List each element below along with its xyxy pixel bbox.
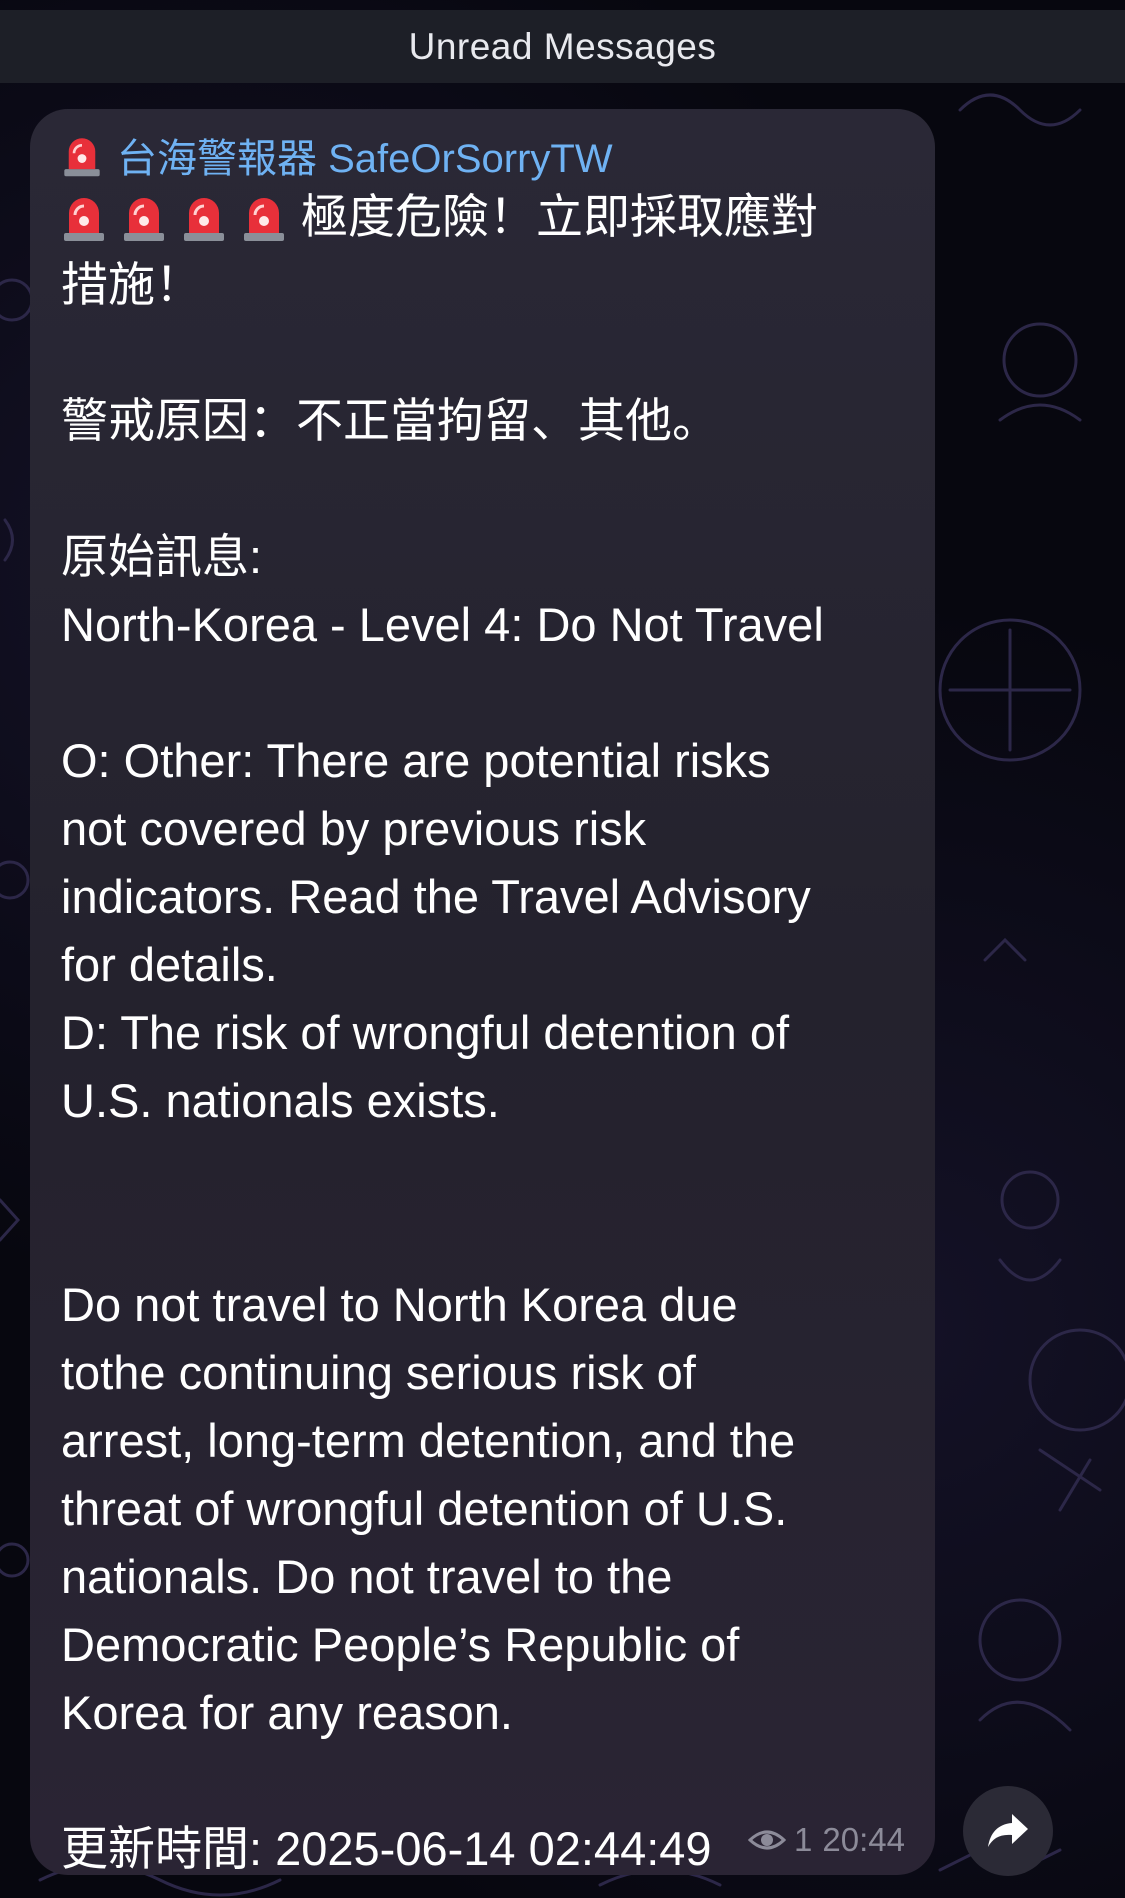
body-line: tothe continuing serious risk of [61, 1346, 696, 1399]
rotating-light-icon [184, 198, 224, 241]
view-count: 1 [794, 1821, 813, 1858]
headline-line-2: 措施！ [61, 258, 202, 311]
risk-indicators: O: Other: There are potential risks not … [61, 727, 941, 1135]
unread-messages-label: Unread Messages [408, 25, 717, 67]
message-text: 極度危險！立即採取應對 措施！ 警戒原因：不正當拘留、其他。 原始訊息: Nor… [61, 183, 941, 1883]
message-time: 20:44 [822, 1821, 905, 1858]
body-line: threat of wrongful detention of U.S. [61, 1482, 788, 1535]
body-line: nationals. Do not travel to the [61, 1550, 673, 1603]
rotating-light-icon [64, 198, 104, 241]
original-message-label: 原始訊息: [61, 530, 263, 583]
rotating-light-icon [64, 138, 100, 177]
advisory-body: Do not travel to North Korea due tothe c… [61, 1271, 941, 1747]
alert-reason: 警戒原因：不正當拘留、其他。 [61, 394, 719, 447]
share-arrow-icon [988, 1814, 1028, 1847]
message-meta: 1 20:44 [748, 1821, 905, 1859]
indicator-line: indicators. Read the Travel Advisory [61, 870, 811, 923]
indicator-line: for details. [61, 938, 278, 991]
indicator-line: D: The risk of wrongful detention of [61, 1006, 790, 1059]
rotating-light-icon [244, 198, 284, 241]
body-line: Democratic People’s Republic of [61, 1618, 740, 1671]
sender-name: 台海警報器 SafeOrSorryTW [117, 137, 613, 181]
share-button[interactable] [963, 1786, 1053, 1876]
body-line: Korea for any reason. [61, 1686, 513, 1739]
message-content: 台海警報器 SafeOrSorryTW 極度危險！立即採取應對 措施！ 警戒原因… [61, 127, 941, 1883]
eye-icon [748, 1830, 787, 1850]
indicator-line: not covered by previous risk [61, 802, 647, 855]
indicator-line: O: Other: There are potential risks [61, 734, 771, 787]
body-line: arrest, long-term detention, and the [61, 1414, 796, 1467]
advisory-title: North-Korea - Level 4: Do Not Travel [61, 598, 824, 651]
unread-messages-divider: Unread Messages [0, 10, 1125, 83]
headline-line: 極度危險！立即採取應對 [61, 183, 941, 251]
rotating-light-icon [124, 198, 164, 241]
body-line: Do not travel to North Korea due [61, 1278, 738, 1331]
message-sender[interactable]: 台海警報器 SafeOrSorryTW [61, 127, 941, 183]
headline-text: 極度危險！立即採取應對 [301, 190, 818, 243]
indicator-line: U.S. nationals exists. [61, 1074, 500, 1127]
message-bubble[interactable]: 台海警報器 SafeOrSorryTW 極度危險！立即採取應對 措施！ 警戒原因… [30, 109, 935, 1875]
